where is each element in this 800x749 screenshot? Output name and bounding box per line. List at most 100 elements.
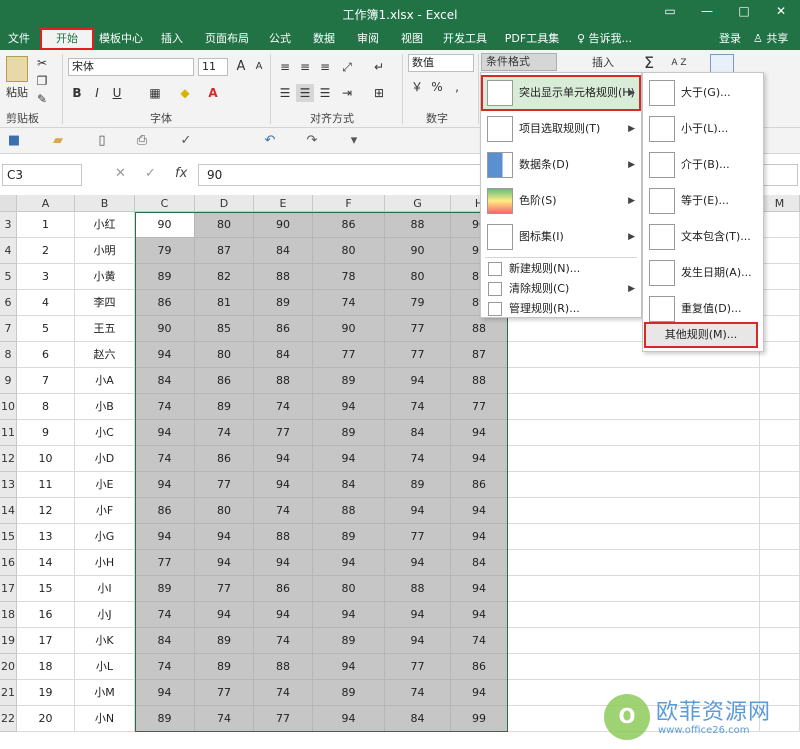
cell-empty[interactable]	[508, 576, 760, 602]
cell-score[interactable]: 86	[254, 576, 313, 602]
merge-center-icon[interactable]: ⊞	[370, 84, 388, 102]
cell-empty[interactable]	[760, 654, 800, 680]
cell-empty[interactable]	[760, 212, 800, 238]
cell-score[interactable]: 82	[195, 264, 254, 290]
cell-score[interactable]: 94	[451, 446, 508, 472]
cell-score[interactable]: 89	[313, 628, 385, 654]
close-button[interactable]: ✕	[771, 4, 791, 22]
cell-score[interactable]: 80	[195, 342, 254, 368]
cell-empty[interactable]	[760, 290, 800, 316]
column-header[interactable]: G	[385, 195, 451, 212]
minimize-button[interactable]: —	[697, 4, 717, 22]
cell-score[interactable]: 88	[313, 498, 385, 524]
cell-name[interactable]: 小E	[75, 472, 135, 498]
cell-score[interactable]: 77	[451, 394, 508, 420]
row-header[interactable]: 16	[0, 550, 17, 576]
cell-index[interactable]: 8	[17, 394, 75, 420]
column-header[interactable]: C	[135, 195, 195, 212]
cell-score[interactable]: 84	[135, 628, 195, 654]
spell-check-icon[interactable]: ✓	[176, 132, 196, 150]
cell-name[interactable]: 小F	[75, 498, 135, 524]
submenu-item-between[interactable]: 介于(B)...	[643, 147, 763, 183]
cell-name[interactable]: 小明	[75, 238, 135, 264]
cell-score[interactable]: 89	[135, 576, 195, 602]
cell-score[interactable]: 89	[313, 680, 385, 706]
insert-function-icon[interactable]: fx	[175, 166, 187, 181]
cell-score[interactable]: 99	[451, 706, 508, 732]
cell-empty[interactable]	[508, 394, 760, 420]
column-header[interactable]: B	[75, 195, 135, 212]
cell-empty[interactable]	[508, 628, 760, 654]
cell-score[interactable]: 77	[195, 472, 254, 498]
cell-name[interactable]: 小B	[75, 394, 135, 420]
save-icon[interactable]: ■	[4, 132, 24, 150]
cell-score[interactable]: 74	[135, 654, 195, 680]
cell-score[interactable]: 94	[135, 680, 195, 706]
cell-score[interactable]: 86	[135, 498, 195, 524]
cell-score[interactable]: 94	[385, 628, 451, 654]
row-header[interactable]: 3	[0, 212, 17, 238]
cell-score[interactable]: 94	[451, 498, 508, 524]
cell-score[interactable]: 90	[385, 238, 451, 264]
cell-name[interactable]: 李四	[75, 290, 135, 316]
cell-score[interactable]: 94	[195, 602, 254, 628]
cell-empty[interactable]	[760, 550, 800, 576]
cell-name[interactable]: 小H	[75, 550, 135, 576]
open-folder-icon[interactable]: ▰	[48, 132, 68, 150]
cell-index[interactable]: 13	[17, 524, 75, 550]
column-header[interactable]: D	[195, 195, 254, 212]
format-painter-icon[interactable]: ✎	[33, 90, 51, 108]
cell-empty[interactable]	[508, 498, 760, 524]
cell-score[interactable]: 79	[135, 238, 195, 264]
row-header[interactable]: 4	[0, 238, 17, 264]
cell-score[interactable]: 89	[254, 290, 313, 316]
cut-icon[interactable]: ✂	[33, 54, 51, 72]
cell-score[interactable]: 84	[254, 342, 313, 368]
tab-review[interactable]: 审阅	[350, 28, 386, 50]
cell-score[interactable]: 94	[385, 550, 451, 576]
submenu-item-more-rules[interactable]: 其他规则(M)...	[644, 322, 758, 348]
cell-score[interactable]: 94	[451, 524, 508, 550]
cell-empty[interactable]	[760, 498, 800, 524]
indent-icon[interactable]: ⇥	[338, 84, 356, 102]
cell-score[interactable]: 87	[195, 238, 254, 264]
autosum-icon[interactable]: Σ	[640, 54, 658, 72]
column-header[interactable]: F	[313, 195, 385, 212]
cell-score[interactable]: 89	[195, 628, 254, 654]
align-middle-icon[interactable]: ≡	[296, 58, 314, 76]
enter-icon[interactable]: ✓	[145, 166, 156, 181]
cell-name[interactable]: 赵六	[75, 342, 135, 368]
cell-score[interactable]: 88	[451, 368, 508, 394]
row-header[interactable]: 14	[0, 498, 17, 524]
cell-score[interactable]: 94	[254, 550, 313, 576]
cell-empty[interactable]	[508, 446, 760, 472]
cell-empty[interactable]	[760, 368, 800, 394]
cell-empty[interactable]	[760, 264, 800, 290]
font-color-icon[interactable]: A	[204, 84, 222, 102]
cell-score[interactable]: 84	[385, 706, 451, 732]
underline-button[interactable]: U	[108, 84, 126, 102]
cell-empty[interactable]	[760, 576, 800, 602]
cell-score[interactable]: 77	[385, 524, 451, 550]
cell-index[interactable]: 2	[17, 238, 75, 264]
cell-score[interactable]: 84	[313, 472, 385, 498]
cell-score[interactable]: 88	[385, 576, 451, 602]
cell-score[interactable]: 77	[385, 654, 451, 680]
cell-empty[interactable]	[760, 342, 800, 368]
cell-score[interactable]: 94	[313, 446, 385, 472]
cell-index[interactable]: 17	[17, 628, 75, 654]
cell-empty[interactable]	[760, 394, 800, 420]
cell-empty[interactable]	[508, 550, 760, 576]
cell-empty[interactable]	[508, 524, 760, 550]
paste-icon[interactable]	[6, 56, 28, 82]
cell-score[interactable]: 87	[451, 342, 508, 368]
ribbon-display-button[interactable]: ▭	[660, 4, 680, 22]
cell-score[interactable]: 86	[195, 368, 254, 394]
cell-score[interactable]: 77	[135, 550, 195, 576]
cell-index[interactable]: 3	[17, 264, 75, 290]
cell-score[interactable]: 80	[313, 576, 385, 602]
menu-item-icon-sets[interactable]: 图标集(I) ▶	[481, 219, 641, 255]
cell-score[interactable]: 80	[195, 498, 254, 524]
tab-data[interactable]: 数据	[306, 28, 342, 50]
cell-score[interactable]: 80	[195, 212, 254, 238]
